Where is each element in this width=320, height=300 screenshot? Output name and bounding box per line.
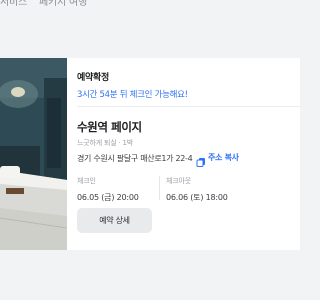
reservation-detail-button[interactable]: 예약 상세	[77, 208, 152, 233]
reservation-info: 예약확정 3시간 54분 뒤 체크인 가능해요! 수원역 페이지 느긋하게 퇴실…	[77, 58, 300, 250]
stay-info: 느긋하게 퇴실 · 1박	[77, 139, 134, 147]
checkin-value: 06.05 (금) 20:00	[77, 193, 139, 202]
reservation-card[interactable]: 예약확정 3시간 54분 뒤 체크인 가능해요! 수원역 페이지 느긋하게 퇴실…	[0, 58, 300, 250]
copy-icon	[196, 152, 206, 167]
checkin-countdown: 3시간 54분 뒤 체크인 가능해요!	[77, 90, 188, 100]
checkout-value: 06.06 (토) 18:00	[166, 193, 228, 202]
status-block: 예약확정 3시간 54분 뒤 체크인 가능해요!	[77, 70, 188, 100]
checkout-label: 체크아웃	[166, 177, 191, 185]
tab-service[interactable]: 서비스	[0, 0, 27, 8]
hotel-name[interactable]: 수원역 페이지	[77, 119, 142, 135]
tab-package-travel[interactable]: 페키지 여행	[39, 0, 87, 8]
top-tab-bar: 서비스 페키지 여행	[0, 0, 300, 40]
room-photo	[0, 58, 67, 250]
copy-address-button[interactable]: 주소 복사	[196, 151, 239, 167]
checkout-block: 체크아웃 06.06 (토) 18:00	[166, 176, 228, 203]
divider	[77, 106, 300, 107]
address-text: 경기 수원시 팔달구 매산로1가 22-4	[77, 154, 193, 163]
status-title: 예약확정	[77, 73, 109, 83]
checkin-block: 체크인 06.05 (금) 20:00	[77, 176, 139, 203]
checkin-checkout-divider	[159, 176, 160, 200]
checkin-label: 체크인	[77, 177, 96, 185]
copy-address-label: 주소 복사	[208, 152, 239, 162]
